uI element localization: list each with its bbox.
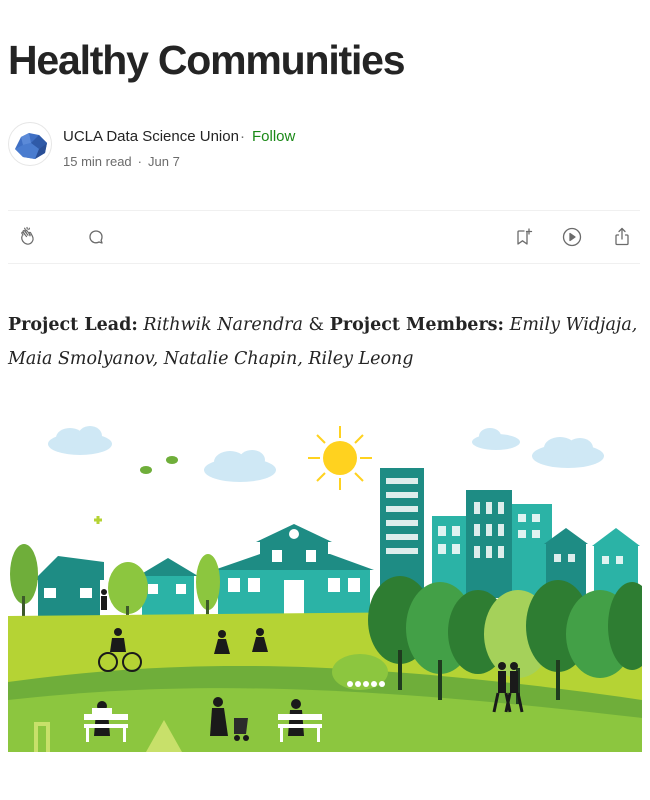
follow-button[interactable]: Follow [252, 128, 295, 145]
save-button[interactable] [512, 225, 536, 249]
meta-separator: · [137, 154, 142, 169]
tall-buildings [380, 468, 640, 600]
author-name[interactable]: UCLA Data Science Union [63, 128, 239, 145]
bear-logo-icon [15, 133, 47, 159]
bookmark-add-icon [517, 228, 533, 245]
ampersand: & [308, 315, 325, 335]
author-avatar[interactable] [8, 122, 52, 166]
hero-illustration [8, 420, 642, 752]
share-button[interactable] [610, 225, 634, 249]
article-title: Healthy Communities [8, 37, 406, 83]
clap-icon [21, 226, 34, 245]
project-lead-label: Project Lead: [8, 315, 138, 335]
article-meta: 15 min read · Jun 7 [63, 154, 180, 169]
publish-date: Jun 7 [148, 154, 180, 169]
read-time: 15 min read [63, 154, 132, 169]
birds-illustration [140, 456, 178, 474]
author-row: UCLA Data Science Union · Follow 15 min … [8, 122, 628, 170]
project-members-label: Project Members: [329, 315, 504, 335]
sun-illustration [308, 426, 372, 490]
project-lead-name: Rithwik Narendra [143, 315, 303, 335]
listen-button[interactable] [560, 225, 584, 249]
city-park-illustration [8, 426, 642, 752]
share-icon [615, 227, 629, 246]
comment-icon [89, 230, 103, 244]
separator-dot: · [240, 128, 245, 145]
project-byline: Project Lead: Rithwik Narendra & Project… [8, 308, 638, 376]
clap-button[interactable] [16, 225, 40, 249]
comment-button[interactable] [84, 225, 108, 249]
play-icon [562, 227, 582, 247]
article-action-bar [8, 210, 640, 264]
